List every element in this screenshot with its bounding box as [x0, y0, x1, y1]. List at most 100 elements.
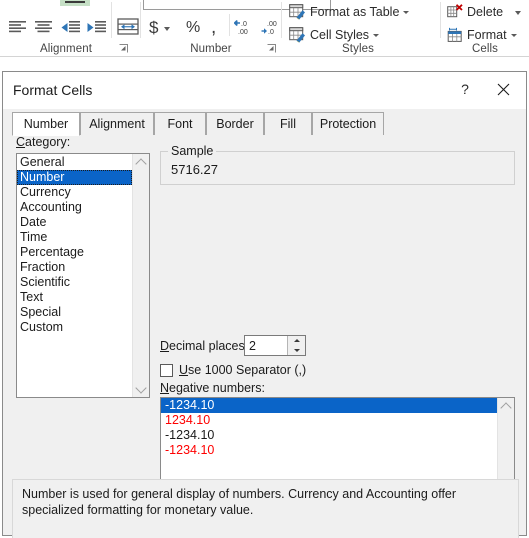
percent-glyph: %	[186, 19, 201, 36]
ribbon-group-number: $ % , .0 .00 .00 .0 Number	[141, 0, 331, 56]
tab-protection[interactable]: Protection	[312, 112, 384, 136]
use-1000-separator-accesskey: U	[179, 363, 189, 377]
category-item-date[interactable]: Date	[17, 215, 132, 230]
svg-text:.00: .00	[238, 29, 248, 36]
category-label: Category:	[16, 135, 70, 149]
delete-icon	[447, 4, 463, 19]
use-1000-separator-label: Use 1000 Separator (,)	[179, 363, 306, 377]
format-label: Format	[467, 28, 507, 42]
alignment-dialog-launcher-icon[interactable]	[119, 44, 128, 53]
tab-border[interactable]: Border	[206, 112, 264, 136]
ribbon-group-label-styles: Styles	[342, 43, 374, 55]
close-icon[interactable]	[484, 72, 522, 106]
svg-text:.0: .0	[268, 29, 274, 36]
negative-number-option-1[interactable]: -1234.10	[161, 398, 497, 413]
category-item-percentage[interactable]: Percentage	[17, 245, 132, 260]
chevron-down-icon[interactable]	[164, 27, 171, 31]
align-center-icon[interactable]	[32, 16, 54, 38]
ribbon-group-cells: Delete Format Cells	[441, 0, 529, 56]
category-item-special[interactable]: Special	[17, 305, 132, 320]
tab-font[interactable]: Font	[154, 112, 206, 136]
decimal-places-accesskey: D	[160, 339, 170, 353]
decimal-places-stepper[interactable]	[244, 335, 306, 356]
increase-decimal-icon[interactable]: .0 .00	[233, 17, 257, 37]
description-text: Number is used for general display of nu…	[22, 487, 457, 517]
negative-numbers-accesskey: N	[160, 381, 170, 395]
ribbon-group-styles: Format as Table Cell Styles Styles	[282, 0, 434, 56]
negative-numbers-items: -1234.10 1234.10 -1234.10 -1234.10	[161, 398, 497, 458]
app-root: Alignment $ % , .0 .00 .00 .0 Number For…	[0, 0, 529, 538]
decrease-indent-icon[interactable]	[58, 16, 82, 38]
category-item-custom[interactable]: Custom	[17, 320, 132, 335]
dollar-glyph: $	[149, 18, 159, 37]
category-scrollbar[interactable]	[132, 154, 149, 397]
merge-and-center-icon[interactable]	[116, 15, 140, 37]
increase-indent-icon[interactable]	[84, 16, 108, 38]
negative-number-option-2[interactable]: 1234.10	[161, 413, 497, 428]
ribbon-group-label-cells: Cells	[471, 43, 499, 55]
category-items: General Number Currency Accounting Date Time P…	[17, 155, 132, 335]
dialog-tabs: Number Alignment Font Border Fill Protec…	[12, 112, 519, 136]
comma-style-icon[interactable]: ,	[211, 17, 216, 39]
tab-fill[interactable]: Fill	[264, 112, 312, 136]
category-item-general[interactable]: General	[17, 155, 132, 170]
negative-number-option-3[interactable]: -1234.10	[161, 428, 497, 443]
delete-cells-button[interactable]: Delete	[447, 4, 522, 19]
cell-styles-button[interactable]: Cell Styles	[289, 27, 380, 43]
description-box: Number is used for general display of nu…	[12, 479, 519, 538]
use-1000-separator-row[interactable]: Use 1000 Separator (,)	[160, 363, 306, 377]
cell-styles-label: Cell Styles	[310, 28, 370, 42]
accounting-number-format-icon[interactable]: $	[149, 18, 171, 38]
category-item-currency[interactable]: Currency	[17, 185, 132, 200]
decimal-places-label: Decimal places:	[160, 339, 248, 353]
number-dialog-launcher-icon[interactable]	[267, 44, 276, 53]
svg-text:.00: .00	[267, 21, 277, 28]
top-align-partial-icon[interactable]	[60, 0, 90, 6]
format-as-table-icon	[289, 4, 306, 20]
sample-value: 5716.27	[171, 162, 218, 177]
scroll-up-icon[interactable]	[498, 398, 514, 415]
category-item-accounting[interactable]: Accounting	[17, 200, 132, 215]
category-item-text[interactable]: Text	[17, 290, 132, 305]
category-label-accesskey: C	[16, 135, 26, 149]
excel-ribbon: Alignment $ % , .0 .00 .00 .0 Number For…	[0, 0, 529, 57]
tab-number[interactable]: Number	[12, 112, 80, 136]
chevron-down-icon[interactable]	[515, 10, 522, 15]
ribbon-group-alignment: Alignment	[0, 0, 139, 56]
ribbon-group-label-alignment: Alignment	[39, 43, 93, 55]
chevron-down-icon[interactable]	[403, 10, 410, 14]
format-icon	[447, 27, 463, 43]
dialog-title: Format Cells	[13, 82, 93, 98]
cell-styles-icon	[289, 27, 306, 43]
format-as-table-button[interactable]: Format as Table	[289, 4, 410, 20]
use-1000-separator-checkbox[interactable]	[160, 363, 173, 377]
dialog-titlebar[interactable]: Format Cells ?	[3, 72, 526, 109]
format-cells-button[interactable]: Format	[447, 27, 517, 43]
ribbon-group-label-number: Number	[190, 43, 232, 55]
negative-numbers-rest: egative numbers:	[169, 381, 265, 395]
comma-glyph: ,	[211, 17, 217, 38]
decimal-places-input[interactable]	[245, 336, 288, 355]
delete-label: Delete	[467, 4, 504, 19]
negative-number-option-4[interactable]: -1234.10	[161, 443, 497, 458]
scroll-up-icon[interactable]	[133, 154, 149, 171]
percent-style-icon[interactable]: %	[186, 19, 200, 37]
stepper-down-icon[interactable]	[288, 345, 305, 355]
category-item-number[interactable]: Number	[17, 170, 132, 185]
align-left-icon[interactable]	[6, 16, 28, 38]
number-tab-pane: Category: General Number Currency Accountin…	[12, 135, 519, 534]
chevron-down-icon[interactable]	[373, 33, 380, 37]
category-item-fraction[interactable]: Fraction	[17, 260, 132, 275]
scroll-down-icon[interactable]	[133, 380, 149, 397]
sample-legend: Sample	[168, 144, 217, 158]
category-listbox[interactable]: General Number Currency Accounting Date Time P…	[16, 153, 150, 398]
svg-text:.0: .0	[241, 21, 247, 28]
category-item-scientific[interactable]: Scientific	[17, 275, 132, 290]
help-button[interactable]: ?	[446, 72, 484, 106]
tab-alignment[interactable]: Alignment	[80, 112, 154, 136]
decimal-places-rest: ecimal places:	[169, 339, 249, 353]
category-label-rest: ategory:	[25, 135, 71, 149]
category-item-time[interactable]: Time	[17, 230, 132, 245]
chevron-down-icon[interactable]	[510, 33, 517, 37]
use-1000-separator-rest: se 1000 Separator (,)	[188, 363, 307, 377]
